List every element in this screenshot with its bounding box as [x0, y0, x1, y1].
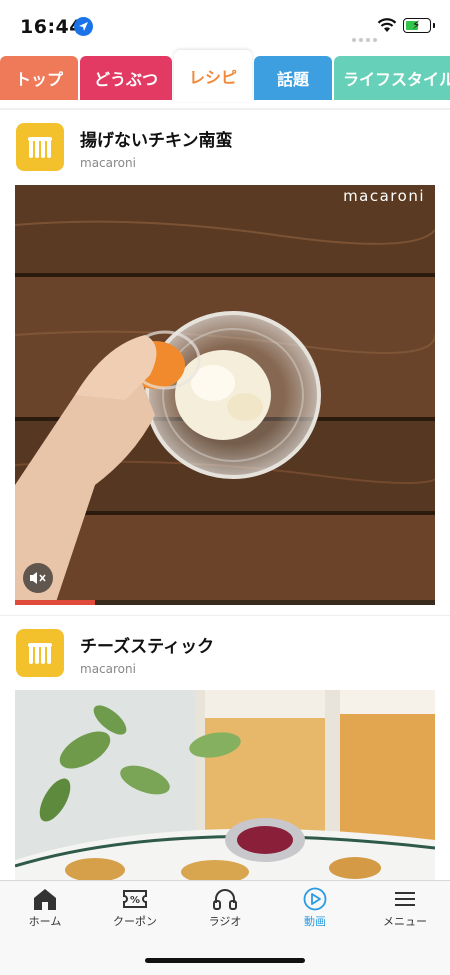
- tab-top[interactable]: トップ: [0, 56, 78, 100]
- wifi-icon: [377, 18, 397, 32]
- category-tabs: トップ どうぶつ レシピ 話題 ライフスタイル: [0, 50, 450, 102]
- article-title[interactable]: 揚げないチキン南蛮: [80, 126, 233, 151]
- cellular-signal-icon: [352, 27, 380, 46]
- speaker-muted-icon: [30, 572, 46, 584]
- play-circle-icon: [303, 887, 327, 911]
- video-thumbnail: macaroni: [15, 185, 435, 605]
- channel-logo[interactable]: [16, 629, 64, 677]
- location-arrow-icon: [74, 17, 93, 36]
- mute-button[interactable]: [23, 563, 53, 593]
- nav-home[interactable]: ホーム: [0, 887, 90, 943]
- hamburger-icon: [395, 892, 415, 906]
- video-watermark: macaroni: [343, 187, 425, 205]
- video-thumbnail: [15, 690, 435, 880]
- nav-radio[interactable]: ラジオ: [180, 887, 270, 943]
- nav-menu[interactable]: メニュー: [360, 887, 450, 943]
- article-title[interactable]: チーズスティック: [80, 632, 214, 657]
- tab-topics[interactable]: 話題: [254, 56, 332, 100]
- tab-animals[interactable]: どうぶつ: [80, 56, 172, 100]
- nav-video[interactable]: 動画: [270, 887, 360, 943]
- video-player[interactable]: [15, 690, 435, 880]
- video-player[interactable]: macaroni: [15, 185, 435, 605]
- article-source: macaroni: [80, 156, 136, 170]
- home-indicator[interactable]: [145, 958, 305, 963]
- battery-icon: ⚡: [403, 18, 435, 33]
- tab-lifestyle[interactable]: ライフスタイル: [334, 56, 450, 100]
- tab-recipe[interactable]: レシピ: [174, 50, 252, 102]
- channel-logo[interactable]: [16, 123, 64, 171]
- article-card[interactable]: チーズスティック macaroni: [0, 618, 450, 880]
- coupon-icon: %: [123, 890, 147, 908]
- video-progress-bar[interactable]: [15, 600, 435, 605]
- nav-coupon[interactable]: % クーポン: [90, 887, 180, 943]
- article-source: macaroni: [80, 662, 136, 676]
- svg-text:%: %: [130, 895, 140, 906]
- article-card[interactable]: 揚げないチキン南蛮 macaroni macaroni: [0, 110, 450, 610]
- headphones-icon: [213, 889, 237, 910]
- status-bar: 16:44 ⚡: [0, 0, 450, 52]
- home-icon: [34, 889, 56, 910]
